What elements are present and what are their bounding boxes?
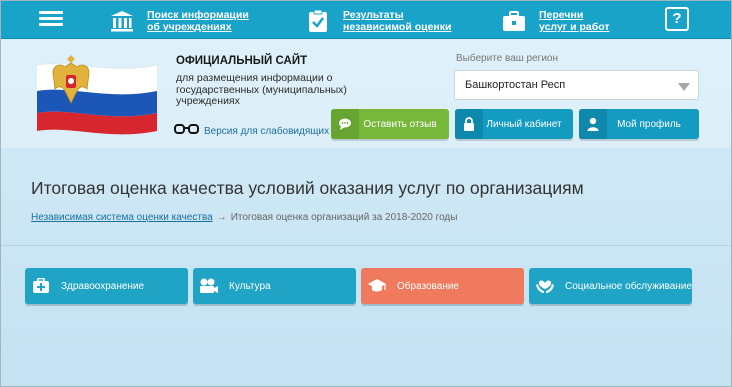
user-icon <box>579 109 607 139</box>
lock-icon <box>455 109 483 139</box>
category-social-services-button[interactable]: Социальное обслуживание <box>529 268 692 304</box>
category-culture-button[interactable]: Культура <box>193 268 356 304</box>
building-icon <box>109 9 135 33</box>
clipboard-check-icon <box>305 9 331 33</box>
medical-kit-icon <box>25 268 57 304</box>
breadcrumb: Независимая система оценки качества → Ит… <box>31 212 457 223</box>
nav-link-label: услуг и работ <box>539 21 610 33</box>
site-title: ОФИЦИАЛЬНЫЙ САЙТ <box>176 55 308 67</box>
graduation-cap-icon <box>361 268 393 304</box>
top-navigation: Поиск информации об учреждениях Результа… <box>1 1 731 39</box>
personal-cabinet-button[interactable]: Личный кабинет <box>455 109 573 139</box>
my-profile-button[interactable]: Мой профиль <box>579 109 699 139</box>
low-vision-label: Версия для слабовидящих <box>204 125 330 137</box>
category-label: Здравоохранение <box>61 280 145 292</box>
hamburger-menu-icon[interactable] <box>39 8 63 30</box>
nav-link-search-institutions[interactable]: Поиск информации об учреждениях <box>109 7 249 35</box>
nav-link-label: независимой оценки <box>343 21 452 33</box>
page-title: Итоговая оценка качества условий оказани… <box>31 178 584 198</box>
breadcrumb-current: Итоговая оценка организаций за 2018-2020… <box>230 212 458 223</box>
site-subtitle: для размещения информации о государствен… <box>176 72 347 107</box>
coat-of-arms-flag-logo <box>29 51 165 135</box>
region-label: Выберите ваш регион <box>456 53 558 64</box>
nav-link-services-lists[interactable]: Перечни услуг и работ <box>501 7 610 35</box>
chevron-down-icon <box>678 83 690 91</box>
breadcrumb-separator: → <box>216 212 227 223</box>
personal-cabinet-label: Личный кабинет <box>486 118 562 130</box>
divider <box>1 245 731 246</box>
helping-hands-icon <box>529 268 561 304</box>
region-select[interactable]: Башкортостан Респ <box>454 70 699 100</box>
glasses-icon <box>174 122 200 140</box>
my-profile-label: Мой профиль <box>617 118 681 130</box>
chat-bubble-icon <box>331 109 359 139</box>
nav-link-label: Поиск информации <box>147 9 249 21</box>
help-button[interactable]: ? <box>665 7 689 31</box>
nav-link-label: об учреждениях <box>147 21 232 33</box>
category-label: Образование <box>397 280 459 292</box>
breadcrumb-link[interactable]: Независимая система оценки качества <box>31 212 213 223</box>
category-healthcare-button[interactable]: Здравоохранение <box>25 268 188 304</box>
briefcase-icon <box>501 9 527 33</box>
leave-review-button[interactable]: Оставить отзыв <box>331 109 449 139</box>
nav-link-assessment-results[interactable]: Результаты независимой оценки <box>305 7 451 35</box>
nav-link-label: Результаты <box>343 9 404 21</box>
category-education-button[interactable]: Образование <box>361 268 524 304</box>
category-label: Культура <box>229 280 271 292</box>
region-select-value: Башкортостан Респ <box>465 79 566 91</box>
film-camera-icon <box>193 268 225 304</box>
nav-link-label: Перечни <box>539 9 584 21</box>
low-vision-version-link[interactable]: Версия для слабовидящих <box>174 122 329 140</box>
category-label: Социальное обслуживание <box>565 280 692 292</box>
leave-review-label: Оставить отзыв <box>363 118 437 130</box>
